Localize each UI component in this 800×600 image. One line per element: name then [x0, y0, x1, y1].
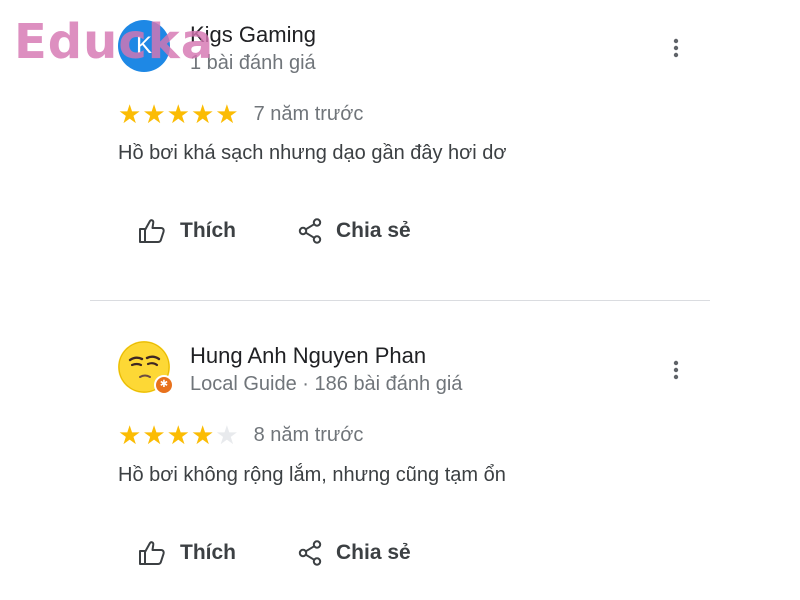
star-filled-icon: ★ — [118, 420, 142, 450]
star-filled-icon: ★ — [190, 420, 215, 450]
review-card: ✱ Hung Anh Nguyen Phan Local Guide · 186… — [0, 301, 800, 600]
like-button[interactable]: Thích — [138, 540, 236, 566]
review-text: Hồ bơi khá sạch nhưng dạo gần đây hơi dơ — [118, 142, 507, 164]
share-button[interactable]: Chia sẻ — [298, 540, 411, 566]
local-guide-badge-icon: ✱ — [154, 375, 174, 395]
star-rating: ★ ★ ★ ★ ★ — [118, 422, 240, 448]
like-label: Thích — [180, 541, 236, 564]
star-filled-icon: ★ — [215, 99, 239, 129]
star-empty-icon: ★ — [215, 420, 239, 450]
thumb-up-icon — [139, 219, 165, 243]
star-filled-icon: ★ — [118, 99, 142, 129]
star-rating: ★ ★ ★ ★ ★ — [118, 101, 240, 127]
share-icon — [298, 540, 322, 566]
star-filled-icon: ★ — [166, 420, 190, 450]
share-label: Chia sẻ — [336, 541, 411, 564]
avatar[interactable]: K — [118, 20, 170, 72]
share-label: Chia sẻ — [336, 219, 411, 242]
star-filled-icon: ★ — [190, 99, 215, 129]
rating-row: ★ ★ ★ ★ ★ 7 năm trước — [118, 101, 363, 127]
thumb-up-icon — [139, 541, 165, 565]
reviewer-meta: Local Guide · 186 bài đánh giá — [190, 373, 463, 395]
avatar-letter: K — [135, 32, 152, 59]
more-options-button[interactable] — [662, 355, 690, 385]
rating-row: ★ ★ ★ ★ ★ 8 năm trước — [118, 422, 363, 448]
like-label: Thích — [180, 219, 236, 242]
star-filled-icon: ★ — [166, 99, 190, 129]
review-time: 7 năm trước — [253, 102, 364, 125]
review-text: Hồ bơi không rộng lắm, nhưng cũng tạm ổn — [118, 464, 506, 486]
star-filled-icon: ★ — [142, 420, 166, 450]
more-options-button[interactable] — [662, 33, 690, 63]
avatar[interactable]: ✱ — [118, 341, 174, 395]
review-time: 8 năm trước — [253, 423, 364, 446]
reviewer-name[interactable]: Hung Anh Nguyen Phan — [190, 343, 426, 369]
share-button[interactable]: Chia sẻ — [298, 218, 411, 244]
more-vert-icon — [673, 38, 679, 58]
like-button[interactable]: Thích — [138, 218, 236, 244]
more-vert-icon — [673, 360, 679, 380]
star-filled-icon: ★ — [142, 99, 166, 129]
reviewer-name[interactable]: Kigs Gaming — [190, 22, 316, 48]
review-card: K Kigs Gaming 1 bài đánh giá ★ ★ ★ ★ ★ 7 năm… — [0, 0, 800, 300]
share-icon — [298, 218, 322, 244]
reviewer-meta: 1 bài đánh giá — [190, 52, 316, 74]
